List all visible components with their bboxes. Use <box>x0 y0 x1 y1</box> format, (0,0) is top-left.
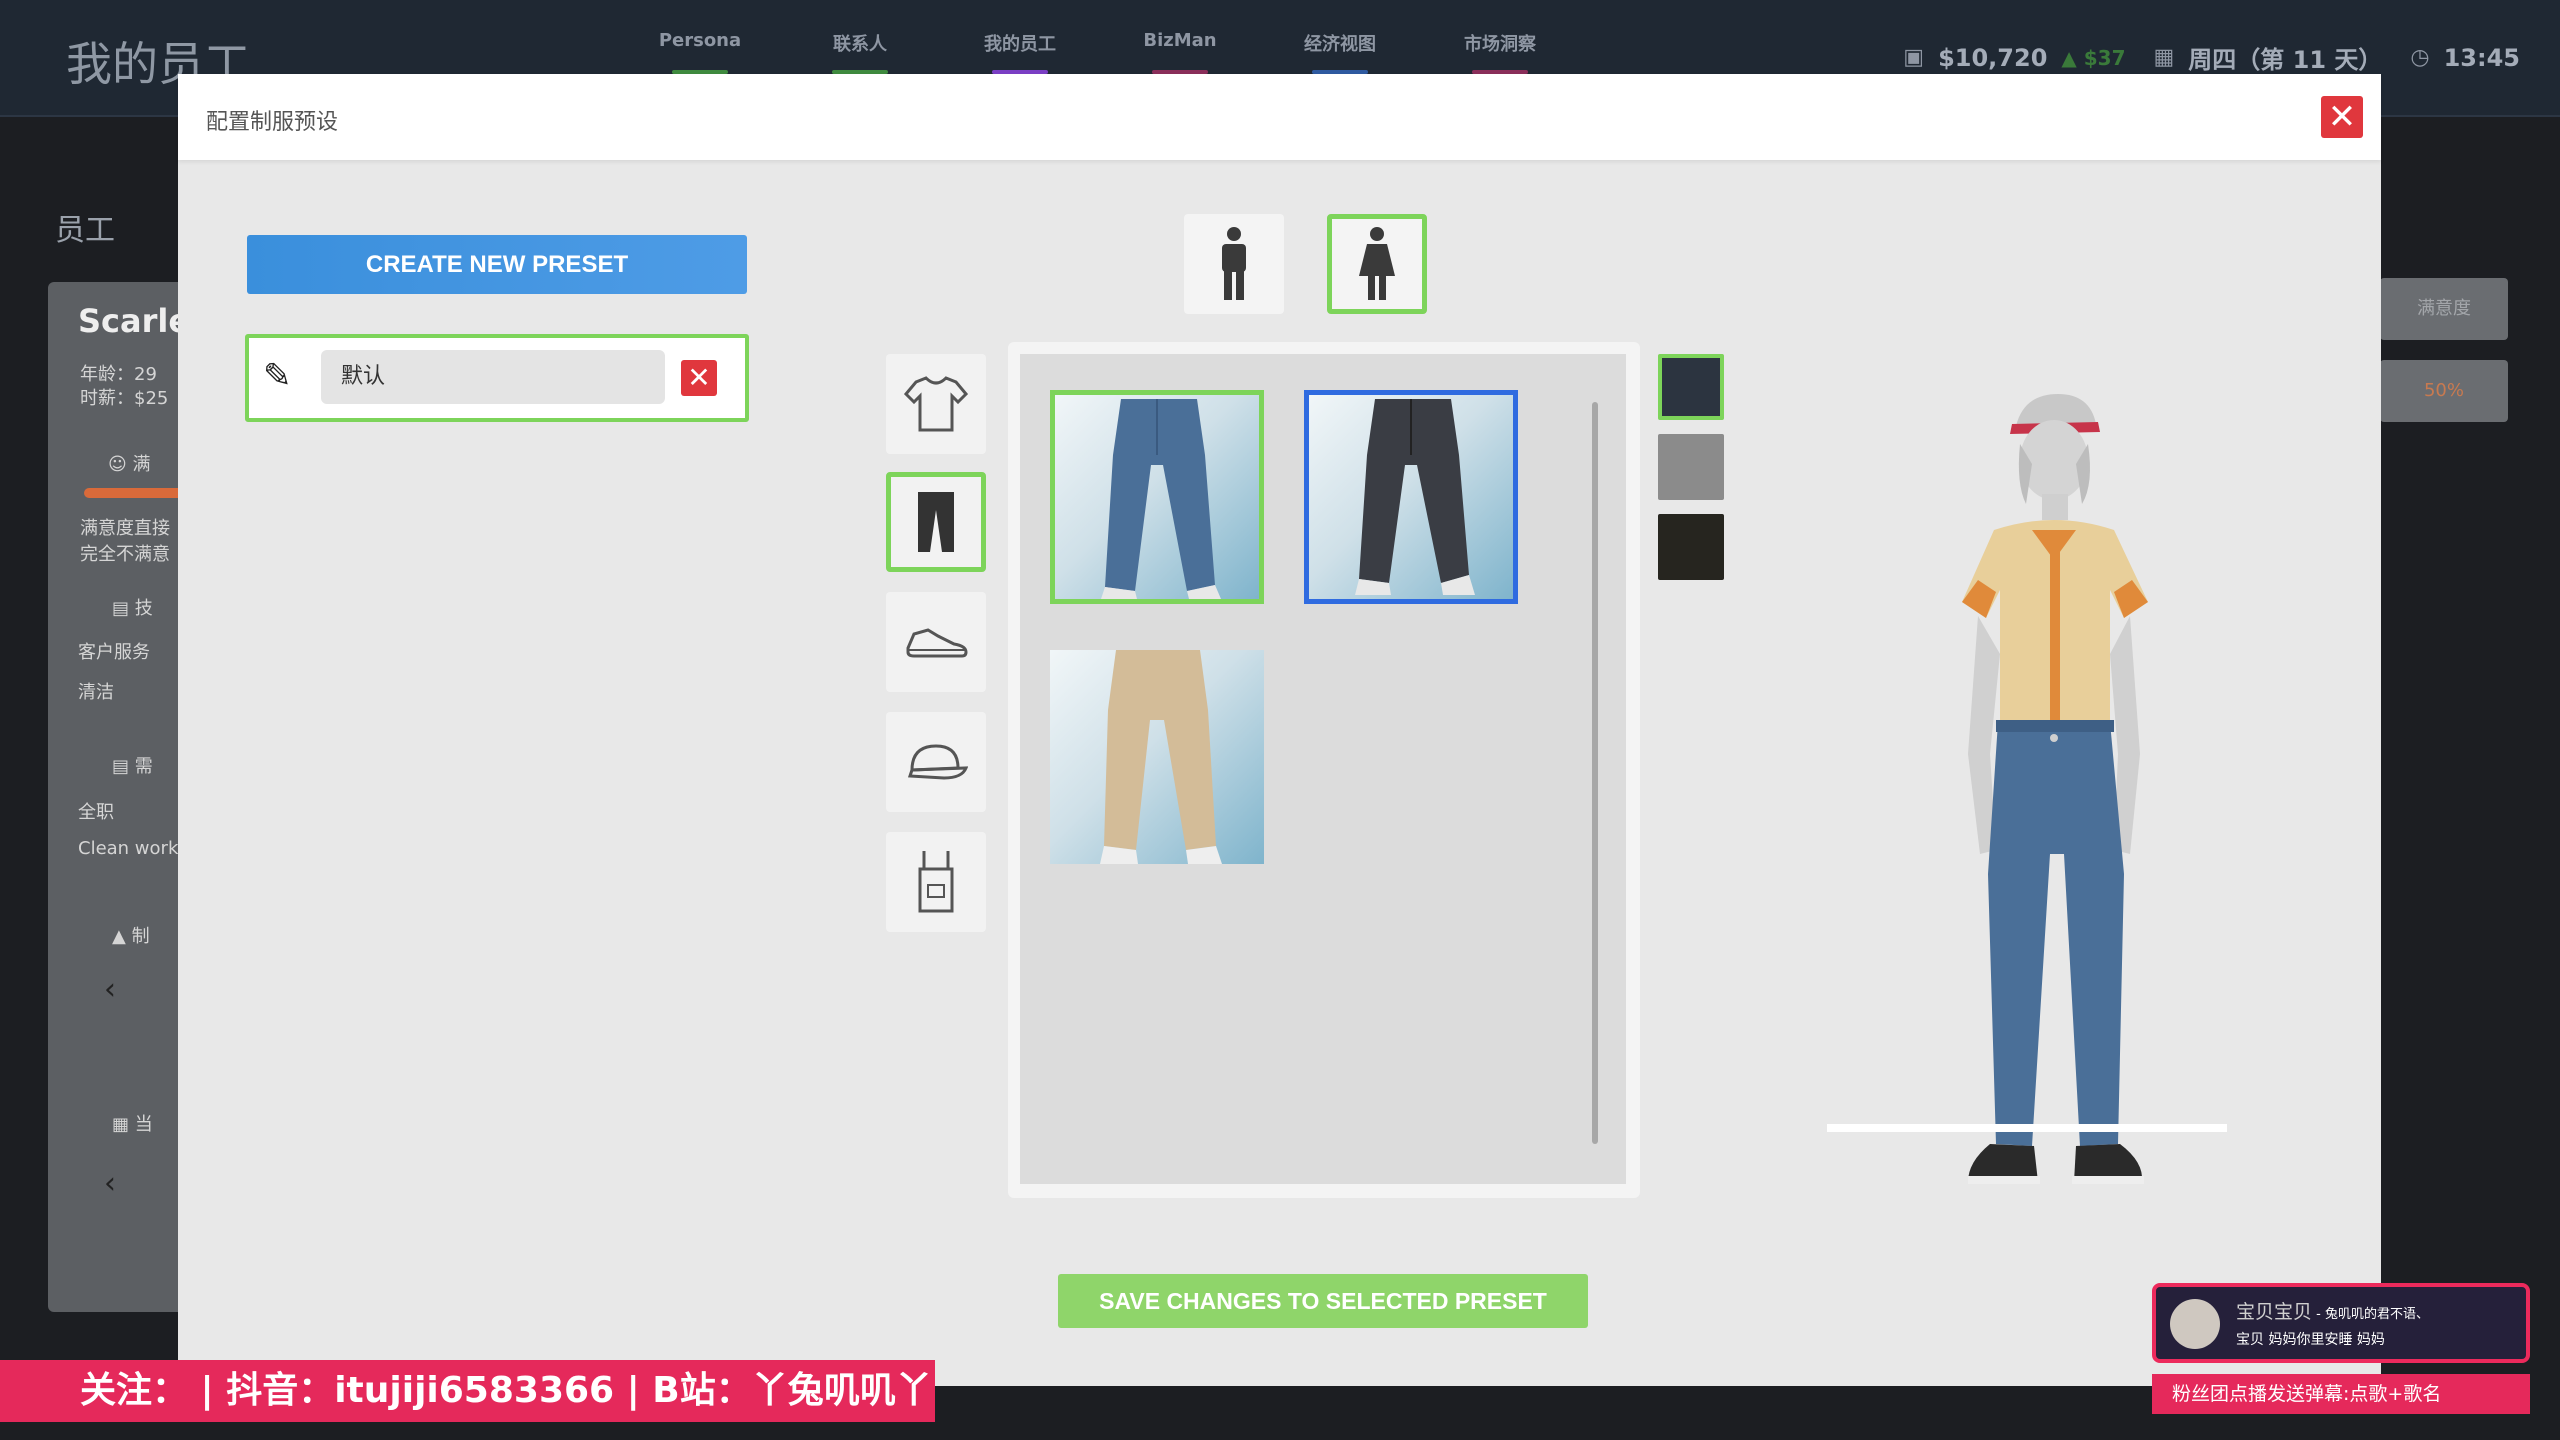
color-swatch-gray[interactable] <box>1658 434 1724 500</box>
female-gender-button[interactable] <box>1327 214 1427 314</box>
male-gender-button[interactable] <box>1184 214 1284 314</box>
nav-tab-market[interactable]: 市场洞察 <box>1420 30 1580 74</box>
percent-button[interactable]: 50% <box>2380 360 2508 422</box>
status-stats: ▣ $10,720 ▲ $37 ▦ 周四（第 11 天） ◷ 13:45 <box>1903 40 2520 75</box>
nav-tab-persona[interactable]: Persona <box>620 30 780 74</box>
nav-tab-label: 联系人 <box>833 34 887 55</box>
employees-header: 员工 <box>55 213 115 248</box>
preset-item[interactable]: ✎ 默认 ✕ <box>245 334 749 422</box>
close-button[interactable]: ✕ <box>2321 96 2363 138</box>
jeans-image <box>1101 399 1221 599</box>
employee-age: 年龄：29 <box>80 364 157 385</box>
nav-tab-contacts[interactable]: 联系人 <box>780 30 940 74</box>
pencil-icon[interactable]: ✎ <box>263 356 292 396</box>
dialog-title: 配置制服预设 <box>206 110 339 135</box>
preset-name-input[interactable]: 默认 <box>321 350 665 404</box>
close-icon: ✕ <box>2327 97 2357 137</box>
pants-icon <box>918 492 954 552</box>
avatar <box>2170 1299 2220 1349</box>
nav-tab-bizman[interactable]: BizMan <box>1100 30 1260 74</box>
cap-icon <box>907 744 968 780</box>
date-value: 周四（第 11 天） <box>2188 46 2383 74</box>
jeans-image <box>1355 399 1475 595</box>
skill-item: 清洁 <box>78 682 114 703</box>
shirt-icon <box>904 376 968 432</box>
preview-platform <box>1827 1124 2227 1132</box>
chat-text: 宝贝 妈妈你里安睡 妈妈 <box>2236 1332 2385 1348</box>
category-shoes-button[interactable] <box>886 592 986 692</box>
female-icon <box>1359 227 1395 300</box>
color-swatch-navy[interactable] <box>1658 354 1724 420</box>
shoe-icon <box>906 628 968 658</box>
need-item: 全职 <box>78 802 114 823</box>
fan-banner: 粉丝团点播发送弹幕:点歌+歌名 <box>2152 1374 2530 1414</box>
satisfaction-note: 完全不满意 <box>80 544 170 565</box>
clock-icon: ◷ <box>2410 45 2430 70</box>
item-khaki-pants[interactable] <box>1050 650 1264 864</box>
apron-icon <box>918 851 954 913</box>
chevron-left-icon[interactable]: ‹ <box>104 1166 116 1201</box>
category-hat-button[interactable] <box>886 712 986 812</box>
skill-item: 客户服务 <box>78 642 150 663</box>
male-icon <box>1222 227 1246 300</box>
satisfaction-button[interactable]: 满意度 <box>2380 278 2508 340</box>
color-swatch-black[interactable] <box>1658 514 1724 580</box>
chat-message-box: 宝贝宝贝 - 兔叽叽的君不语、 宝贝 妈妈你里安睡 妈妈 <box>2152 1283 2530 1363</box>
main-nav: Persona 联系人 我的员工 BizMan 经济视图 市场洞察 <box>620 30 1580 74</box>
nav-tab-label: BizMan <box>1143 30 1217 51</box>
items-grid <box>1020 354 1626 1184</box>
nav-tab-label: 我的员工 <box>984 34 1056 55</box>
dialog-header: 配置制服预设 ✕ <box>178 74 2381 160</box>
uniform-label: ▲ 制 <box>112 926 150 947</box>
category-apron-button[interactable] <box>886 832 986 932</box>
nav-tab-economy[interactable]: 经济视图 <box>1260 30 1420 74</box>
items-scrollbar[interactable] <box>1592 402 1598 1144</box>
money-icon: ▣ <box>1903 45 1925 70</box>
create-preset-button[interactable]: CREATE NEW PRESET <box>247 235 747 294</box>
stream-ticker: 关注： | 抖音：itujiji6583366 | B站：丫兔叽叽丫 | QQ <box>0 1360 935 1422</box>
character-preview[interactable] <box>1818 354 2278 1214</box>
skills-label: ▤ 技 <box>112 598 153 619</box>
uniform-preset-dialog: 配置制服预设 ✕ CREATE NEW PRESET ✎ 默认 ✕ SAVE C… <box>178 74 2381 1386</box>
close-icon: ✕ <box>687 361 711 394</box>
calendar-icon: ▦ <box>2153 45 2175 70</box>
category-pants-button[interactable] <box>886 472 986 572</box>
current-label: ▦ 当 <box>112 1114 153 1135</box>
items-panel <box>1008 342 1640 1198</box>
employee-wage: 时薪：$25 <box>80 388 169 409</box>
satisfaction-label: ☺ 满 <box>108 454 151 475</box>
chat-username: 宝贝宝贝 - 兔叽叽的君不语、 <box>2236 1301 2429 1323</box>
need-item: Clean work <box>78 838 179 859</box>
delete-preset-button[interactable]: ✕ <box>681 360 717 396</box>
employee-name: Scarle <box>78 302 191 340</box>
time-value: 13:45 <box>2443 43 2520 72</box>
needs-label: ▤ 需 <box>112 756 153 777</box>
item-blue-jeans[interactable] <box>1050 390 1264 604</box>
save-preset-button[interactable]: SAVE CHANGES TO SELECTED PRESET <box>1058 1274 1588 1328</box>
item-dark-jeans[interactable] <box>1304 390 1518 604</box>
money-delta: ▲ $37 <box>2061 45 2126 70</box>
nav-tab-my-employees[interactable]: 我的员工 <box>940 30 1100 74</box>
pants-image <box>1100 650 1222 864</box>
category-shirt-button[interactable] <box>886 354 986 454</box>
money-value: $10,720 <box>1938 43 2048 72</box>
satisfaction-note: 满意度直接 <box>80 518 170 539</box>
chevron-left-icon[interactable]: ‹ <box>104 972 116 1007</box>
nav-tab-label: 经济视图 <box>1304 34 1376 55</box>
employee-card: Scarle 年龄：29 时薪：$25 ☺ 满 满意度直接 完全不满意 ▤ 技 … <box>48 282 204 1312</box>
nav-tab-label: Persona <box>658 30 742 51</box>
nav-tab-label: 市场洞察 <box>1464 34 1536 55</box>
